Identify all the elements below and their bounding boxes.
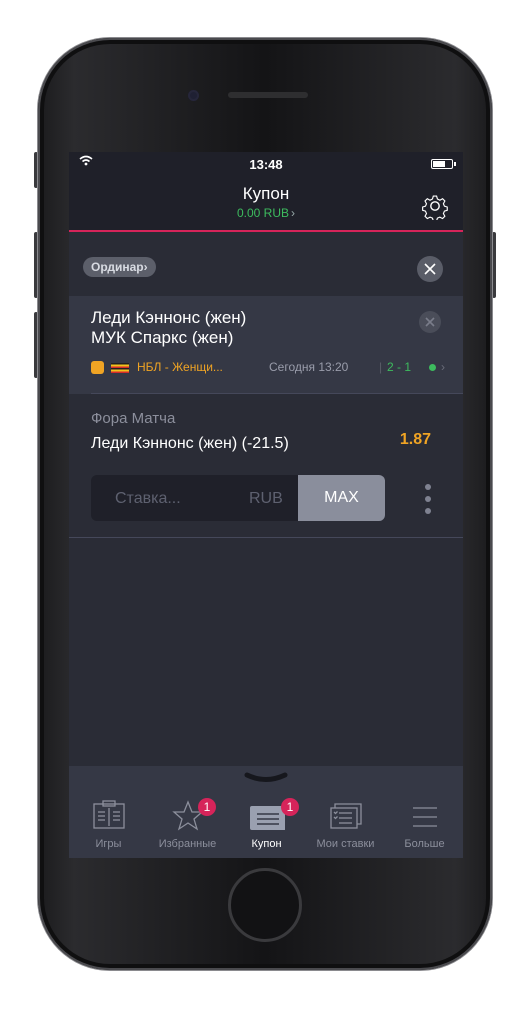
event-time: Сегодня 13:20 xyxy=(269,360,349,374)
coupon-icon xyxy=(249,798,286,832)
status-time: 13:48 xyxy=(249,157,283,172)
home-button[interactable] xyxy=(228,868,302,942)
uganda-flag-icon xyxy=(111,363,129,373)
tab-label: Игры xyxy=(95,838,122,850)
stake-input[interactable]: Ставка... RUB MAX xyxy=(91,475,385,521)
tab-label: Избранные xyxy=(158,838,217,850)
market-title: Фора Матча xyxy=(91,410,176,427)
odds-value: 1.87 xyxy=(399,431,431,448)
market-block: Фора Матча Леди Кэннонс (жен) (-21.5) 1.… xyxy=(69,394,463,538)
menu-icon xyxy=(407,798,443,832)
meta-separator: | xyxy=(379,360,383,374)
app-screen: 13:48 Купон 0.00 RUB › Ординар› Леди Кэнн… xyxy=(69,152,463,858)
team-home: Леди Кэннонс (жен) xyxy=(91,308,247,327)
bet-type-selector[interactable]: Ординар› xyxy=(83,257,156,277)
collapse-handle[interactable] xyxy=(69,766,463,794)
chevron-right-icon: › xyxy=(441,360,445,374)
live-score: 2 - 1 xyxy=(387,360,412,374)
earpiece-speaker xyxy=(228,92,308,98)
stake-placeholder: Ставка... xyxy=(115,490,181,507)
battery-icon xyxy=(431,159,456,169)
selection-label: Леди Кэннонс (жен) (-21.5) xyxy=(91,435,289,452)
tab-my-bets[interactable]: Мои ставки xyxy=(306,794,385,858)
games-icon xyxy=(91,798,127,832)
tab-games[interactable]: Игры xyxy=(69,794,148,858)
chevron-down-icon xyxy=(244,772,288,782)
max-stake-button[interactable]: MAX xyxy=(298,475,385,521)
balance-value: 0.00 RUB xyxy=(236,206,290,220)
stake-currency: RUB xyxy=(249,490,283,507)
tab-bar: Игры 1 Избранные 1 Купон Мои ставки Боль… xyxy=(69,794,463,858)
chevron-right-icon: › xyxy=(291,206,296,220)
coupon-header: Ординар› xyxy=(69,232,463,296)
front-camera xyxy=(188,90,199,101)
my-bets-icon xyxy=(328,798,364,832)
close-icon xyxy=(424,263,436,275)
chevron-right-icon: › xyxy=(143,260,148,274)
live-indicator-icon xyxy=(429,364,436,371)
balance-link[interactable]: 0.00 RUB › xyxy=(69,206,463,220)
event-meta: НБЛ - Женщи... Сегодня 13:20 | 2 - 1 › xyxy=(91,360,455,376)
favorites-badge: 1 xyxy=(198,798,216,816)
team-away: МУК Спаркс (жен) xyxy=(91,328,234,347)
status-bar: 13:48 xyxy=(69,152,463,174)
league-name: НБЛ - Женщи... xyxy=(137,360,223,374)
settings-gear-icon[interactable] xyxy=(421,192,449,222)
tab-favorites[interactable]: 1 Избранные xyxy=(148,794,227,858)
tab-coupon[interactable]: 1 Купон xyxy=(227,794,306,858)
basketball-icon xyxy=(91,361,104,374)
power-button xyxy=(492,232,496,298)
bet-type-label: Ординар xyxy=(91,260,144,274)
coupon-badge: 1 xyxy=(281,798,299,816)
remove-event-button[interactable] xyxy=(419,311,441,333)
tab-label: Больше xyxy=(404,838,445,850)
nav-bar: Купон 0.00 RUB › xyxy=(69,174,463,232)
close-icon xyxy=(425,317,435,327)
tab-label: Мои ставки xyxy=(316,838,375,850)
event-card[interactable]: Леди Кэннонс (жен) МУК Спаркс (жен) НБЛ … xyxy=(69,296,463,394)
page-title: Купон xyxy=(242,184,290,203)
more-options-icon[interactable] xyxy=(425,484,431,514)
tab-label: Купон xyxy=(251,838,282,850)
empty-area xyxy=(69,538,463,766)
clear-coupon-button[interactable] xyxy=(417,256,443,282)
tab-more[interactable]: Больше xyxy=(385,794,463,858)
